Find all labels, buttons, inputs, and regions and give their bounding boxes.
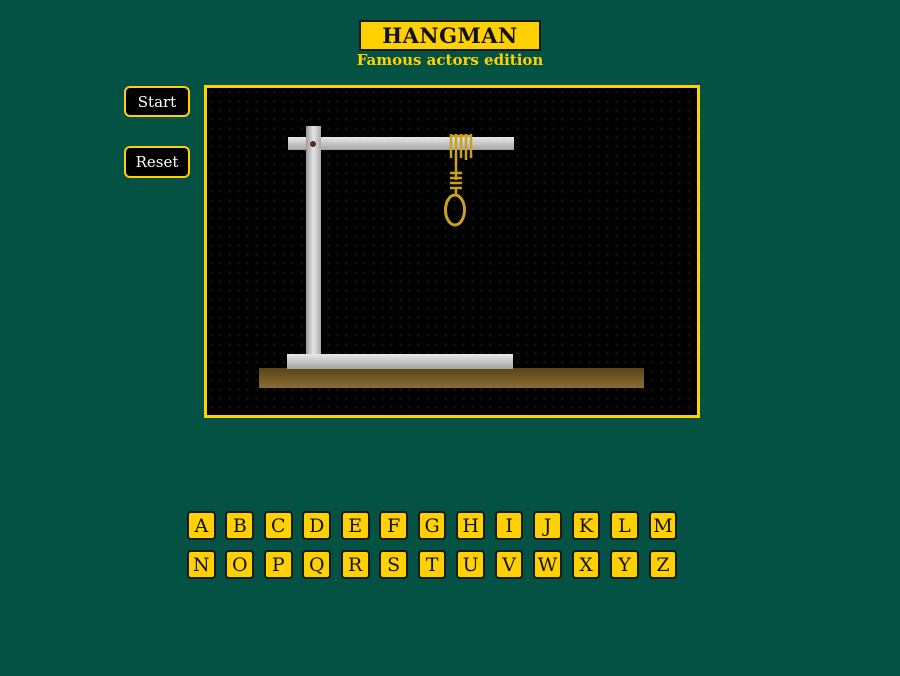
letter-m-button[interactable]: M (648, 511, 678, 540)
letter-d-button[interactable]: D (302, 511, 332, 540)
ground-plank (259, 368, 644, 388)
letter-p-button[interactable]: P (263, 550, 293, 579)
letter-row-1: A B C D E F G H I J K L M (187, 511, 687, 540)
letter-z-button[interactable]: Z (648, 550, 678, 579)
letter-keyboard: A B C D E F G H I J K L M N O P Q R S T … (187, 511, 687, 589)
gallows-base (287, 354, 513, 369)
letter-i-button[interactable]: I (494, 511, 524, 540)
letter-t-button[interactable]: T (417, 550, 447, 579)
letter-j-button[interactable]: J (533, 511, 562, 540)
gallows-bolt (310, 141, 316, 147)
letter-b-button[interactable]: B (225, 511, 255, 540)
letter-s-button[interactable]: S (379, 550, 409, 579)
gallows-beam (288, 137, 514, 150)
gallows-drawing (259, 126, 644, 388)
letter-y-button[interactable]: Y (610, 550, 639, 579)
reset-button[interactable]: Reset (124, 146, 190, 178)
gallows-post (306, 128, 321, 354)
hangman-stage (204, 85, 700, 418)
letter-r-button[interactable]: R (340, 550, 370, 579)
start-button[interactable]: Start (124, 86, 190, 117)
letter-f-button[interactable]: F (379, 511, 409, 540)
letter-q-button[interactable]: Q (302, 550, 332, 579)
letter-o-button[interactable]: O (225, 550, 255, 579)
letter-n-button[interactable]: N (187, 550, 216, 579)
letter-k-button[interactable]: K (571, 511, 601, 540)
letter-g-button[interactable]: G (417, 511, 447, 540)
hangman-page: HANGMAN Famous actors edition Start Rese… (0, 0, 900, 676)
letter-w-button[interactable]: W (533, 550, 562, 579)
letter-v-button[interactable]: V (494, 550, 524, 579)
letter-l-button[interactable]: L (610, 511, 639, 540)
letter-c-button[interactable]: C (263, 511, 293, 540)
game-subtitle: Famous actors edition (356, 51, 544, 69)
letter-h-button[interactable]: H (456, 511, 485, 540)
letter-u-button[interactable]: U (456, 550, 485, 579)
letter-x-button[interactable]: X (571, 550, 601, 579)
letter-e-button[interactable]: E (340, 511, 370, 540)
letter-a-button[interactable]: A (187, 511, 216, 540)
letter-row-2: N O P Q R S T U V W X Y Z (187, 550, 687, 579)
game-title: HANGMAN (359, 20, 541, 51)
